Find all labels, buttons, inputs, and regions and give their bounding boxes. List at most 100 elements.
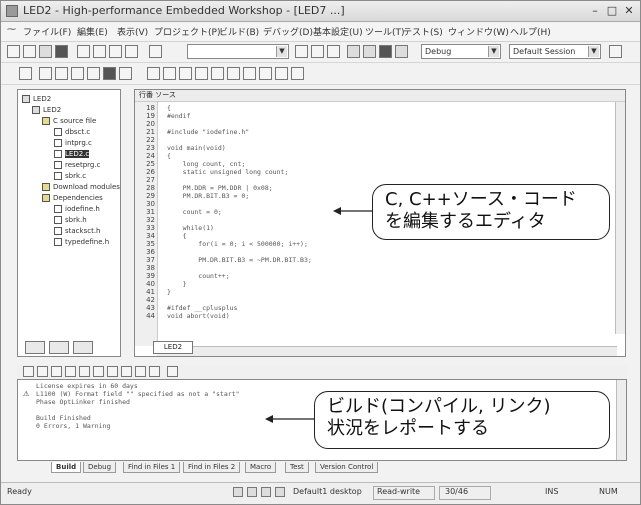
layout-icon[interactable] bbox=[275, 487, 285, 497]
output-tool-icon[interactable] bbox=[135, 366, 146, 377]
output-tab-build[interactable]: Build bbox=[51, 462, 82, 473]
output-tab-find2[interactable]: Find in Files 2 bbox=[183, 462, 241, 473]
tree-item[interactable]: stacksct.h bbox=[54, 226, 101, 237]
tree-item[interactable]: LED2 bbox=[32, 105, 61, 116]
debug-tool-icon[interactable] bbox=[39, 67, 52, 80]
new-file-icon[interactable] bbox=[7, 45, 20, 58]
session-combo[interactable]: Default Session ▼ bbox=[509, 44, 601, 59]
debug-tool-icon[interactable] bbox=[243, 67, 256, 80]
layout-icon[interactable] bbox=[233, 487, 243, 497]
editor-file-tab[interactable]: LED2 bbox=[153, 341, 193, 354]
output-tool-icon[interactable] bbox=[37, 366, 48, 377]
callout-text: を編集するエディタ bbox=[385, 211, 546, 232]
build-icon[interactable] bbox=[363, 45, 376, 58]
debug-tool-icon[interactable] bbox=[55, 67, 68, 80]
maximize-icon[interactable]: □ bbox=[604, 3, 620, 18]
menu-edit[interactable]: 編集(E) bbox=[77, 25, 108, 38]
tree-item[interactable]: iodefine.h bbox=[54, 204, 100, 215]
debug-tool-icon[interactable] bbox=[211, 67, 224, 80]
debug-tool-icon[interactable] bbox=[227, 67, 240, 80]
output-tool-icon[interactable] bbox=[167, 366, 178, 377]
menu-view[interactable]: 表示(V) bbox=[117, 25, 148, 38]
navigation-tab-icon[interactable] bbox=[73, 341, 93, 354]
replace-icon[interactable] bbox=[327, 45, 340, 58]
undo-icon[interactable] bbox=[109, 45, 122, 58]
debug-tool-icon[interactable] bbox=[259, 67, 272, 80]
cut-icon[interactable] bbox=[77, 45, 90, 58]
file-icon bbox=[54, 161, 62, 169]
tree-item[interactable]: intprg.c bbox=[54, 138, 92, 149]
templates-tab-icon[interactable] bbox=[49, 341, 69, 354]
tree-item[interactable]: sbrk.h bbox=[54, 215, 87, 226]
output-tool-icon[interactable] bbox=[79, 366, 90, 377]
output-tab-debug[interactable]: Debug bbox=[83, 462, 117, 473]
menu-build[interactable]: ビルド(B) bbox=[219, 25, 259, 38]
find-prev-icon[interactable] bbox=[311, 45, 324, 58]
debug-tool-icon[interactable] bbox=[19, 67, 32, 80]
output-tool-icon[interactable] bbox=[65, 366, 76, 377]
save-all-icon[interactable] bbox=[55, 45, 68, 58]
menu-window[interactable]: ウィンドウ(W) bbox=[448, 25, 509, 38]
output-tool-icon[interactable] bbox=[149, 366, 160, 377]
output-tool-icon[interactable] bbox=[23, 366, 34, 377]
tree-item[interactable]: typedefine.h bbox=[54, 237, 109, 248]
debug-tool-icon[interactable] bbox=[103, 67, 116, 80]
help-icon[interactable] bbox=[609, 45, 622, 58]
tree-item[interactable]: C source file bbox=[42, 116, 96, 127]
output-tool-icon[interactable] bbox=[51, 366, 62, 377]
compile-icon[interactable] bbox=[347, 45, 360, 58]
menu-test[interactable]: テスト(S) bbox=[403, 25, 443, 38]
output-vertical-scrollbar[interactable] bbox=[616, 380, 626, 460]
tree-item[interactable]: sbrk.c bbox=[54, 171, 86, 182]
chevron-down-icon[interactable]: ▼ bbox=[276, 46, 287, 57]
find-combo[interactable]: ▼ bbox=[187, 44, 289, 59]
menu-project[interactable]: プロジェクト(P) bbox=[154, 25, 220, 38]
output-tab-test[interactable]: Test bbox=[285, 462, 309, 473]
output-tool-icon[interactable] bbox=[93, 366, 104, 377]
build-all-icon[interactable] bbox=[379, 45, 392, 58]
menu-icon[interactable]: ⁓ bbox=[7, 25, 16, 35]
debug-tool-icon[interactable] bbox=[179, 67, 192, 80]
find-next-icon[interactable] bbox=[295, 45, 308, 58]
open-file-icon[interactable] bbox=[23, 45, 36, 58]
debug-tool-icon[interactable] bbox=[147, 67, 160, 80]
tree-item[interactable]: resetprg.c bbox=[54, 160, 100, 171]
layout-icon[interactable] bbox=[247, 487, 257, 497]
menu-file[interactable]: ファイル(F) bbox=[23, 25, 71, 38]
menu-setup[interactable]: 基本設定(U) bbox=[313, 25, 363, 38]
chevron-down-icon[interactable]: ▼ bbox=[588, 46, 599, 57]
output-tool-icon[interactable] bbox=[121, 366, 132, 377]
stop-build-icon[interactable] bbox=[395, 45, 408, 58]
find-icon[interactable] bbox=[149, 45, 162, 58]
tree-item[interactable]: dbsct.c bbox=[54, 127, 90, 138]
redo-icon[interactable] bbox=[125, 45, 138, 58]
output-tab-macro[interactable]: Macro bbox=[245, 462, 277, 473]
output-tab-find1[interactable]: Find in Files 1 bbox=[123, 462, 181, 473]
config-combo[interactable]: Debug ▼ bbox=[421, 44, 501, 59]
copy-icon[interactable] bbox=[93, 45, 106, 58]
close-icon[interactable]: ✕ bbox=[621, 3, 637, 18]
editor-vertical-scrollbar[interactable] bbox=[615, 102, 625, 334]
minimize-icon[interactable]: – bbox=[587, 3, 603, 18]
tree-item[interactable]: LED2.c bbox=[54, 149, 90, 160]
debug-tool-icon[interactable] bbox=[87, 67, 100, 80]
tree-item[interactable]: Dependencies bbox=[42, 193, 103, 204]
chevron-down-icon[interactable]: ▼ bbox=[488, 46, 499, 57]
editor-horizontal-scrollbar[interactable] bbox=[157, 346, 617, 356]
save-icon[interactable] bbox=[39, 45, 52, 58]
tree-item[interactable]: LED2 bbox=[22, 94, 51, 105]
menu-debug[interactable]: デバッグ(D) bbox=[263, 25, 313, 38]
projects-tab-icon[interactable] bbox=[25, 341, 45, 354]
debug-tool-icon[interactable] bbox=[195, 67, 208, 80]
layout-icon[interactable] bbox=[261, 487, 271, 497]
menu-tools[interactable]: ツール(T) bbox=[365, 25, 405, 38]
menu-help[interactable]: ヘルプ(H) bbox=[510, 25, 551, 38]
debug-tool-icon[interactable] bbox=[163, 67, 176, 80]
debug-tool-icon[interactable] bbox=[71, 67, 84, 80]
debug-tool-icon[interactable] bbox=[275, 67, 288, 80]
debug-tool-icon[interactable] bbox=[119, 67, 132, 80]
output-tab-version-control[interactable]: Version Control bbox=[315, 462, 379, 473]
debug-tool-icon[interactable] bbox=[291, 67, 304, 80]
tree-item[interactable]: Download modules bbox=[42, 182, 120, 193]
output-tool-icon[interactable] bbox=[107, 366, 118, 377]
